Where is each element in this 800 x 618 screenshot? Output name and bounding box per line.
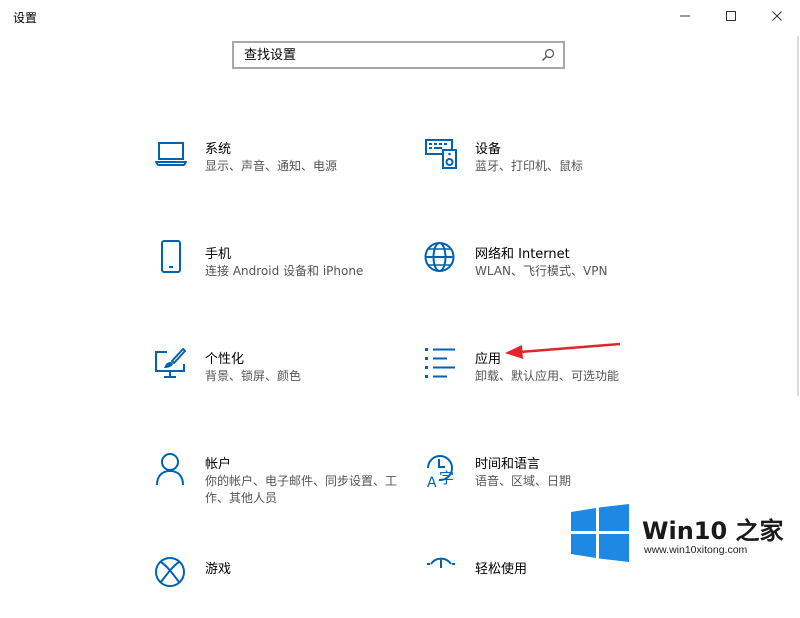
search-input[interactable] xyxy=(234,43,544,67)
scrollbar[interactable] xyxy=(797,36,799,396)
laptop-icon xyxy=(155,138,189,172)
tile-title: 轻松使用 xyxy=(475,562,528,577)
close-button[interactable] xyxy=(754,0,800,32)
watermark-brand: Win10 之家 xyxy=(642,511,784,546)
apps-list-icon xyxy=(425,348,459,382)
maximize-icon xyxy=(726,11,736,21)
tile-subtitle: WLAN、飞行模式、VPN xyxy=(475,264,608,278)
minimize-button[interactable] xyxy=(662,0,708,32)
tile-subtitle: 语音、区域、日期 xyxy=(475,474,572,488)
svg-text:字: 字 xyxy=(439,469,454,487)
watermark-url: www.win10xitong.com xyxy=(644,544,748,556)
tile-subtitle: 卸载、默认应用、可选功能 xyxy=(475,369,620,383)
tile-title: 时间和语言 xyxy=(475,457,541,472)
tile-title: 系统 xyxy=(205,142,232,157)
windows-logo-icon xyxy=(571,504,629,562)
search-box[interactable] xyxy=(232,41,565,69)
tile-apps[interactable]: 应用 卸载、默认应用、可选功能 xyxy=(425,348,665,408)
tile-time-language[interactable]: A 字 时间和语言 语音、区域、日期 xyxy=(425,453,665,513)
tile-personalization[interactable]: 个性化 背景、锁屏、颜色 xyxy=(155,348,395,408)
tile-phone[interactable]: 手机 连接 Android 设备和 iPhone xyxy=(155,240,395,303)
minimize-icon xyxy=(680,15,690,17)
tile-gaming[interactable]: 游戏 xyxy=(155,557,395,618)
globe-icon xyxy=(424,242,459,277)
tile-title: 帐户 xyxy=(205,457,232,472)
tile-title: 手机 xyxy=(205,247,232,262)
tile-title: 网络和 Internet xyxy=(475,247,570,262)
title-bar: 设置 xyxy=(0,0,800,32)
tile-devices[interactable]: 设备 蓝牙、打印机、鼠标 xyxy=(425,138,665,198)
window-title: 设置 xyxy=(13,11,38,25)
svg-text:A: A xyxy=(427,475,437,491)
tile-subtitle: 你的帐户、电子邮件、同步设置、工作、其他人员 xyxy=(205,474,398,505)
phone-icon xyxy=(155,240,189,277)
tile-title: 游戏 xyxy=(205,562,232,577)
tile-title: 个性化 xyxy=(205,352,245,367)
ease-of-access-icon xyxy=(425,557,459,592)
close-icon xyxy=(772,11,782,21)
maximize-button[interactable] xyxy=(708,0,754,32)
tile-subtitle: 连接 Android 设备和 iPhone xyxy=(205,264,364,278)
watermark-brand-prefix: Win10 xyxy=(642,517,728,545)
time-language-icon: A 字 xyxy=(425,453,459,491)
tile-subtitle: 蓝牙、打印机、鼠标 xyxy=(475,159,584,173)
tile-system[interactable]: 系统 显示、声音、通知、电源 xyxy=(155,138,395,198)
xbox-icon xyxy=(155,557,189,592)
watermark-brand-suffix: 之家 xyxy=(727,517,784,545)
tile-title: 应用 xyxy=(475,352,502,367)
tile-title: 设备 xyxy=(475,142,502,157)
tile-accounts[interactable]: 帐户 你的帐户、电子邮件、同步设置、工作、其他人员 xyxy=(155,453,397,513)
tile-subtitle: 背景、锁屏、颜色 xyxy=(205,369,302,383)
tile-subtitle: 显示、声音、通知、电源 xyxy=(205,159,338,173)
keyboard-speaker-icon xyxy=(425,138,459,172)
person-icon xyxy=(155,453,189,487)
search-icon[interactable] xyxy=(541,48,555,62)
paint-monitor-icon xyxy=(155,348,189,382)
tile-ease-of-access[interactable]: 轻松使用 xyxy=(425,557,665,618)
tile-network[interactable]: 网络和 Internet WLAN、飞行模式、VPN xyxy=(424,242,665,303)
